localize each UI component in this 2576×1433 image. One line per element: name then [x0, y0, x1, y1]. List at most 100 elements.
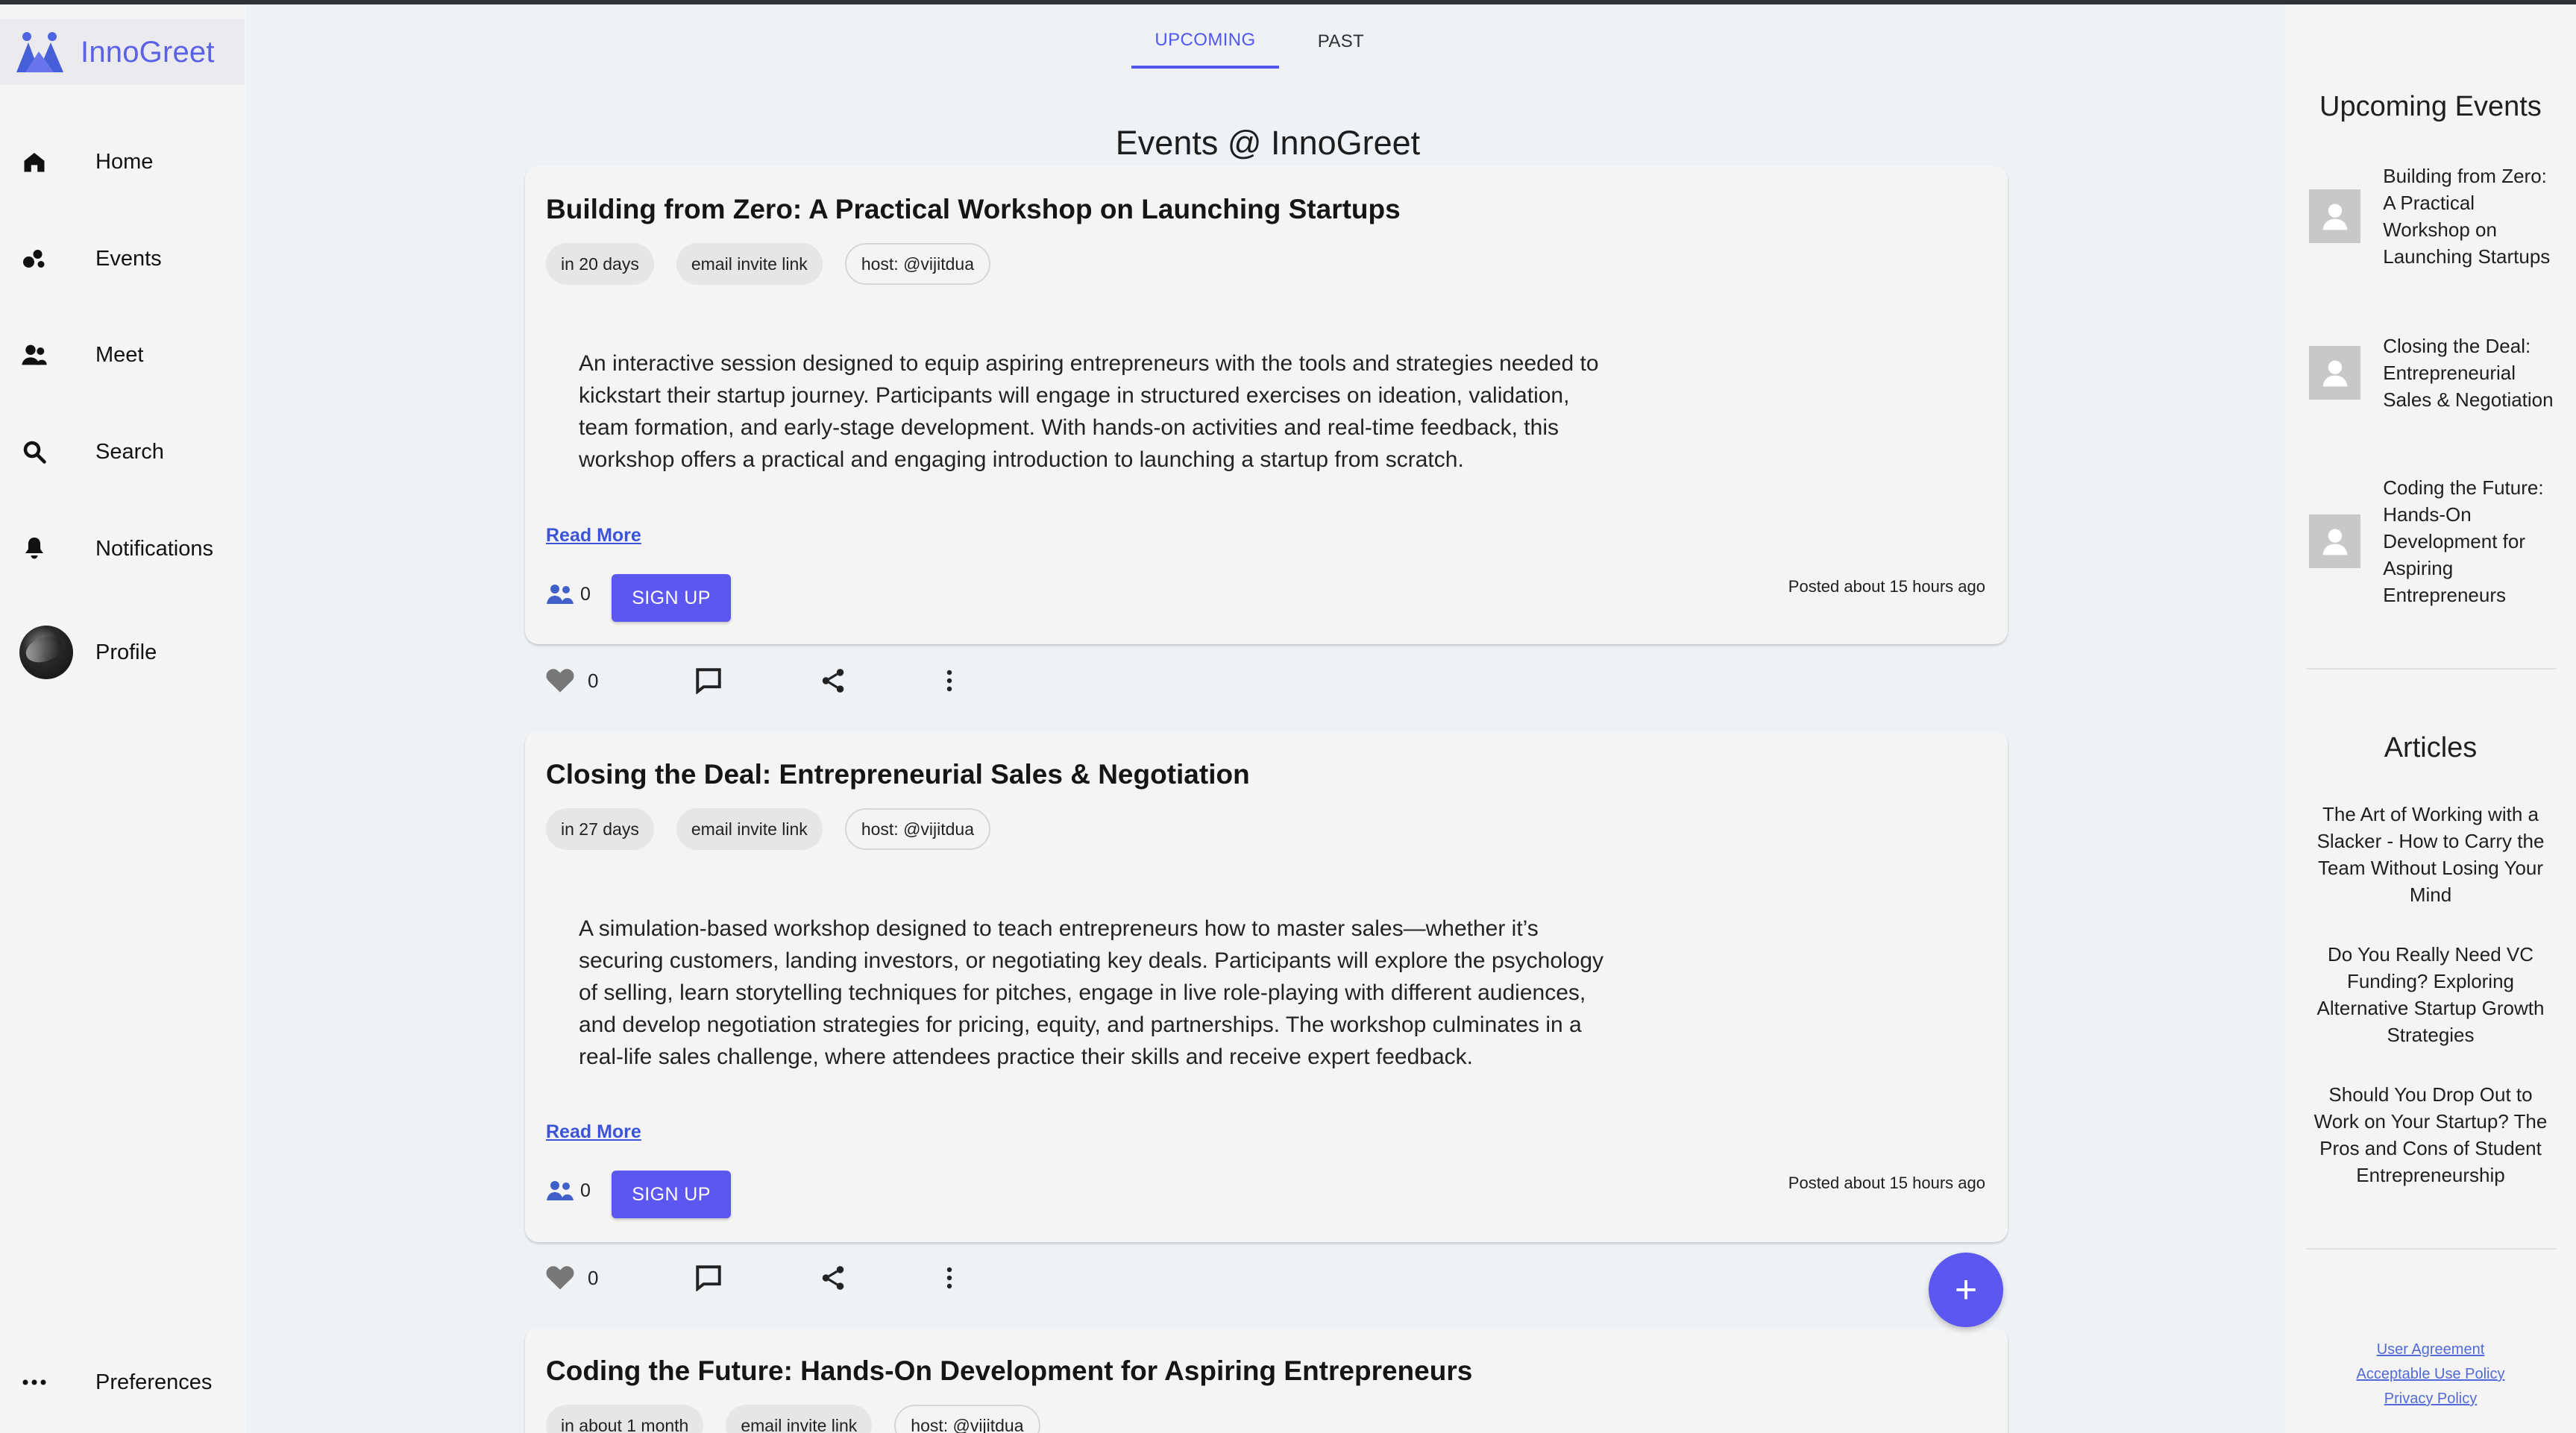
- event-chips: in 20 days email invite link host: @viji…: [546, 243, 991, 285]
- signup-button[interactable]: SIGN UP: [612, 574, 731, 622]
- event-link-chip[interactable]: email invite link: [726, 1405, 873, 1433]
- people-icon: [19, 340, 49, 370]
- avatar-placeholder-icon: [2309, 514, 2361, 568]
- event-link-chip[interactable]: email invite link: [676, 243, 823, 285]
- comment-icon: [694, 1264, 723, 1291]
- avatar-placeholder-icon: [2309, 189, 2361, 243]
- more-vertical-icon: [944, 1265, 955, 1291]
- read-more-link[interactable]: Read More: [546, 525, 641, 547]
- tab-past[interactable]: PAST: [1295, 15, 1386, 69]
- share-button[interactable]: [819, 667, 944, 695]
- upcoming-events-title: Upcoming Events: [2319, 91, 2542, 122]
- attendee-count: 0: [546, 1180, 591, 1202]
- sidebar-item-profile[interactable]: Profile: [0, 626, 246, 679]
- event-host-chip[interactable]: host: @vijitdua: [844, 808, 991, 850]
- acceptable-use-policy-link[interactable]: Acceptable Use Policy: [2285, 1362, 2576, 1387]
- sidebar-item-events[interactable]: Events: [0, 232, 246, 286]
- sidebar-item-label: Profile: [95, 640, 157, 664]
- right-sidebar: Upcoming Events Building from Zero: A Pr…: [2285, 4, 2576, 1433]
- event-description: A simulation-based workshop designed to …: [579, 916, 1604, 1069]
- user-agreement-link[interactable]: User Agreement: [2285, 1338, 2576, 1362]
- event-host-chip[interactable]: host: @vijitdua: [894, 1405, 1040, 1433]
- tab-upcoming[interactable]: UPCOMING: [1131, 15, 1279, 69]
- innogreet-logo-icon: [10, 31, 69, 74]
- attendee-count: 0: [546, 583, 591, 605]
- read-more-link[interactable]: Read More: [546, 1121, 641, 1143]
- comment-button[interactable]: [694, 667, 819, 694]
- top-window-strip: [0, 0, 2576, 4]
- event-host-chip[interactable]: host: @vijitdua: [844, 243, 991, 285]
- event-chips: in 27 days email invite link host: @viji…: [546, 808, 991, 850]
- event-card-closing-the-deal: Closing the Deal: Entrepreneurial Sales …: [525, 731, 2008, 1242]
- like-count: 0: [588, 669, 599, 692]
- people-icon: [546, 1180, 577, 1202]
- attendee-number: 0: [580, 583, 591, 605]
- app-page: InnoGreet Home Events Meet Search Notifi…: [0, 0, 2576, 1433]
- more-horizontal-icon: [19, 1367, 49, 1397]
- sidebar-item-home[interactable]: Home: [0, 135, 246, 189]
- article-link[interactable]: The Art of Working with a Slacker - How …: [2306, 801, 2555, 908]
- sidebar-item-label: Preferences: [95, 1370, 213, 1394]
- upcoming-event-item[interactable]: Coding the Future: Hands-On Development …: [2309, 474, 2555, 608]
- sidebar-item-preferences[interactable]: Preferences: [0, 1355, 246, 1409]
- event-chips: in about 1 month email invite link host:…: [546, 1405, 1040, 1433]
- comment-button[interactable]: [694, 1264, 819, 1291]
- article-link[interactable]: Should You Drop Out to Work on Your Star…: [2306, 1081, 2555, 1188]
- event-title[interactable]: Building from Zero: A Practical Workshop…: [546, 194, 1401, 225]
- create-event-button[interactable]: +: [1929, 1253, 2003, 1327]
- upcoming-event-item[interactable]: Building from Zero: A Practical Workshop…: [2309, 163, 2555, 270]
- event-link-chip[interactable]: email invite link: [676, 808, 823, 850]
- upcoming-event-title: Building from Zero: A Practical Workshop…: [2383, 165, 2551, 268]
- event-actions: 0: [546, 1261, 1031, 1295]
- articles-title: Articles: [2384, 732, 2478, 763]
- app-logo[interactable]: InnoGreet: [0, 19, 245, 85]
- like-button[interactable]: 0: [546, 1265, 694, 1291]
- avatar: [19, 626, 73, 679]
- comment-icon: [694, 667, 723, 694]
- app-logo-text: InnoGreet: [81, 35, 215, 69]
- sidebar-item-label: Search: [95, 439, 164, 464]
- heart-icon: [546, 668, 574, 693]
- sidebar-item-label: Notifications: [95, 536, 213, 561]
- sidebar-item-label: Meet: [95, 342, 144, 367]
- section-divider: [2306, 1248, 2557, 1250]
- event-title[interactable]: Coding the Future: Hands-On Development …: [546, 1355, 1472, 1387]
- event-card-coding-the-future: Coding the Future: Hands-On Development …: [525, 1327, 2008, 1433]
- sidebar-item-search[interactable]: Search: [0, 425, 246, 479]
- attendee-number: 0: [580, 1180, 591, 1201]
- share-button[interactable]: [819, 1264, 944, 1292]
- footer-links: User Agreement Acceptable Use Policy Pri…: [2285, 1338, 2576, 1411]
- page-title: Events @ InnoGreet: [1115, 124, 1421, 163]
- events-icon: [19, 244, 49, 274]
- sidebar-item-label: Events: [95, 246, 162, 271]
- search-icon: [19, 437, 49, 467]
- posted-time: Posted about 15 hours ago: [1788, 1174, 1985, 1192]
- event-title[interactable]: Closing the Deal: Entrepreneurial Sales …: [546, 759, 1250, 790]
- signup-button[interactable]: SIGN UP: [612, 1171, 731, 1218]
- event-date-chip: in about 1 month: [546, 1405, 704, 1433]
- event-tabs: UPCOMING PAST: [1131, 15, 1386, 69]
- section-divider: [2306, 668, 2557, 670]
- upcoming-event-title: Coding the Future: Hands-On Development …: [2383, 476, 2544, 606]
- privacy-policy-link[interactable]: Privacy Policy: [2285, 1387, 2576, 1411]
- home-icon: [19, 147, 49, 177]
- like-count: 0: [588, 1266, 599, 1289]
- left-sidebar: InnoGreet Home Events Meet Search Notifi…: [0, 4, 246, 1433]
- people-icon: [546, 583, 577, 605]
- upcoming-event-title: Closing the Deal: Entrepreneurial Sales …: [2383, 335, 2554, 411]
- event-date-chip: in 20 days: [546, 243, 654, 285]
- like-button[interactable]: 0: [546, 668, 694, 693]
- more-options-button[interactable]: [944, 1265, 989, 1291]
- heart-icon: [546, 1265, 574, 1291]
- sidebar-item-label: Home: [95, 149, 154, 174]
- posted-time: Posted about 15 hours ago: [1788, 577, 1985, 596]
- upcoming-event-item[interactable]: Closing the Deal: Entrepreneurial Sales …: [2309, 333, 2555, 413]
- more-options-button[interactable]: [944, 668, 989, 693]
- bell-icon: [19, 534, 49, 564]
- event-actions: 0: [546, 664, 1031, 698]
- avatar-placeholder-icon: [2309, 346, 2361, 400]
- event-card-building-from-zero: Building from Zero: A Practical Workshop…: [525, 166, 2008, 644]
- sidebar-item-meet[interactable]: Meet: [0, 328, 246, 382]
- sidebar-item-notifications[interactable]: Notifications: [0, 522, 246, 576]
- article-link[interactable]: Do You Really Need VC Funding? Exploring…: [2306, 941, 2555, 1048]
